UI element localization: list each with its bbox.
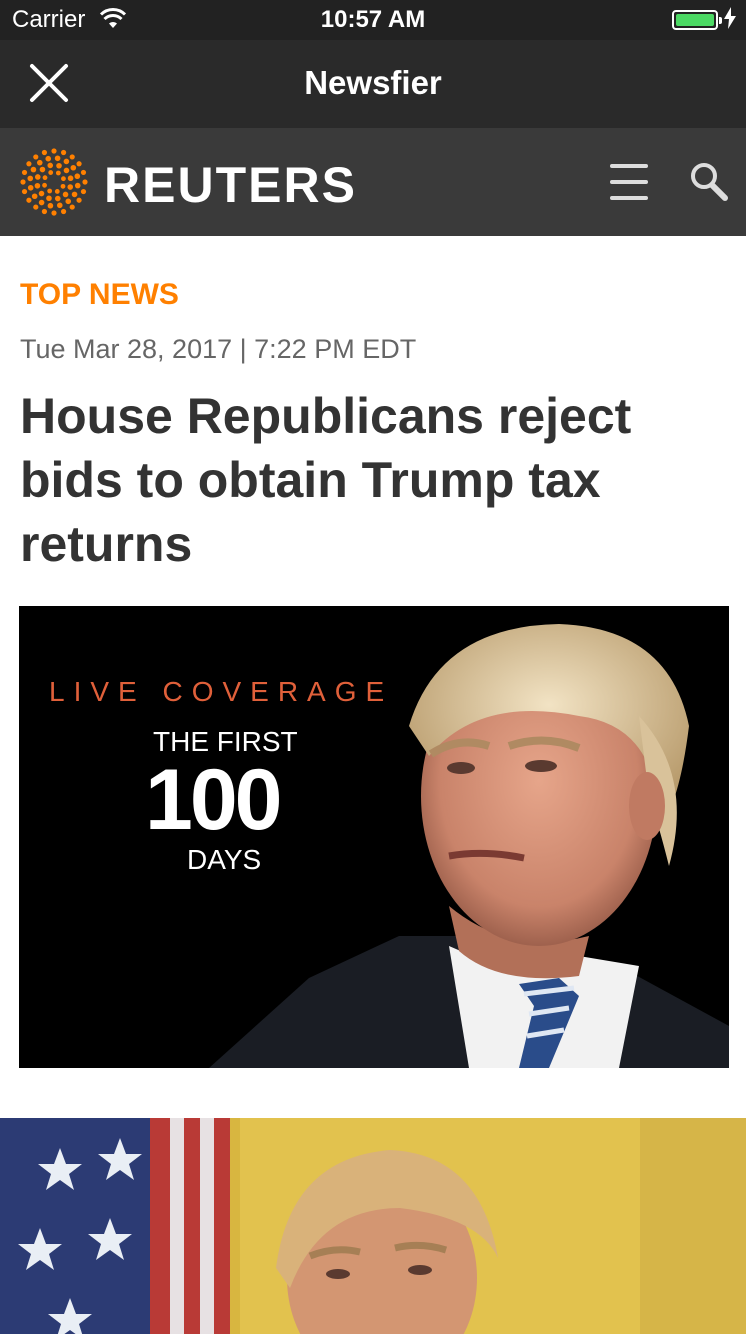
hero-image[interactable]: LIVE COVERAGE THE FIRST 100 DAYS: [19, 606, 729, 1068]
section-label[interactable]: TOP NEWS: [20, 278, 179, 312]
overlay-kicker: LIVE COVERAGE: [49, 676, 394, 707]
battery-icon: [672, 10, 722, 30]
search-icon: [691, 163, 728, 201]
app-bar: Newsfier: [0, 40, 746, 128]
brand-wordmark[interactable]: REUTERS: [104, 156, 357, 214]
article-dateline: Tue Mar 28, 2017 | 7:22 PM EDT: [20, 334, 417, 364]
charging-bolt-icon: [724, 7, 736, 35]
next-article-photo-illustration: [0, 1118, 746, 1334]
next-article-image[interactable]: [0, 1118, 746, 1334]
article-headline: House Republicans reject bids to obtain …: [20, 388, 632, 572]
site-header: REUTERS: [0, 128, 746, 236]
search-button[interactable]: [688, 160, 730, 204]
app-title: Newsfier: [304, 64, 442, 101]
hamburger-menu-icon: [610, 164, 648, 168]
reuters-logo-icon[interactable]: [18, 148, 90, 216]
overlay-line2: DAYS: [187, 844, 262, 875]
status-time: 10:57 AM: [320, 6, 426, 33]
overlay-number: 100: [145, 752, 282, 848]
hamburger-menu-button[interactable]: [606, 162, 652, 202]
status-bar: Carrier 10:57 AM: [0, 0, 746, 40]
